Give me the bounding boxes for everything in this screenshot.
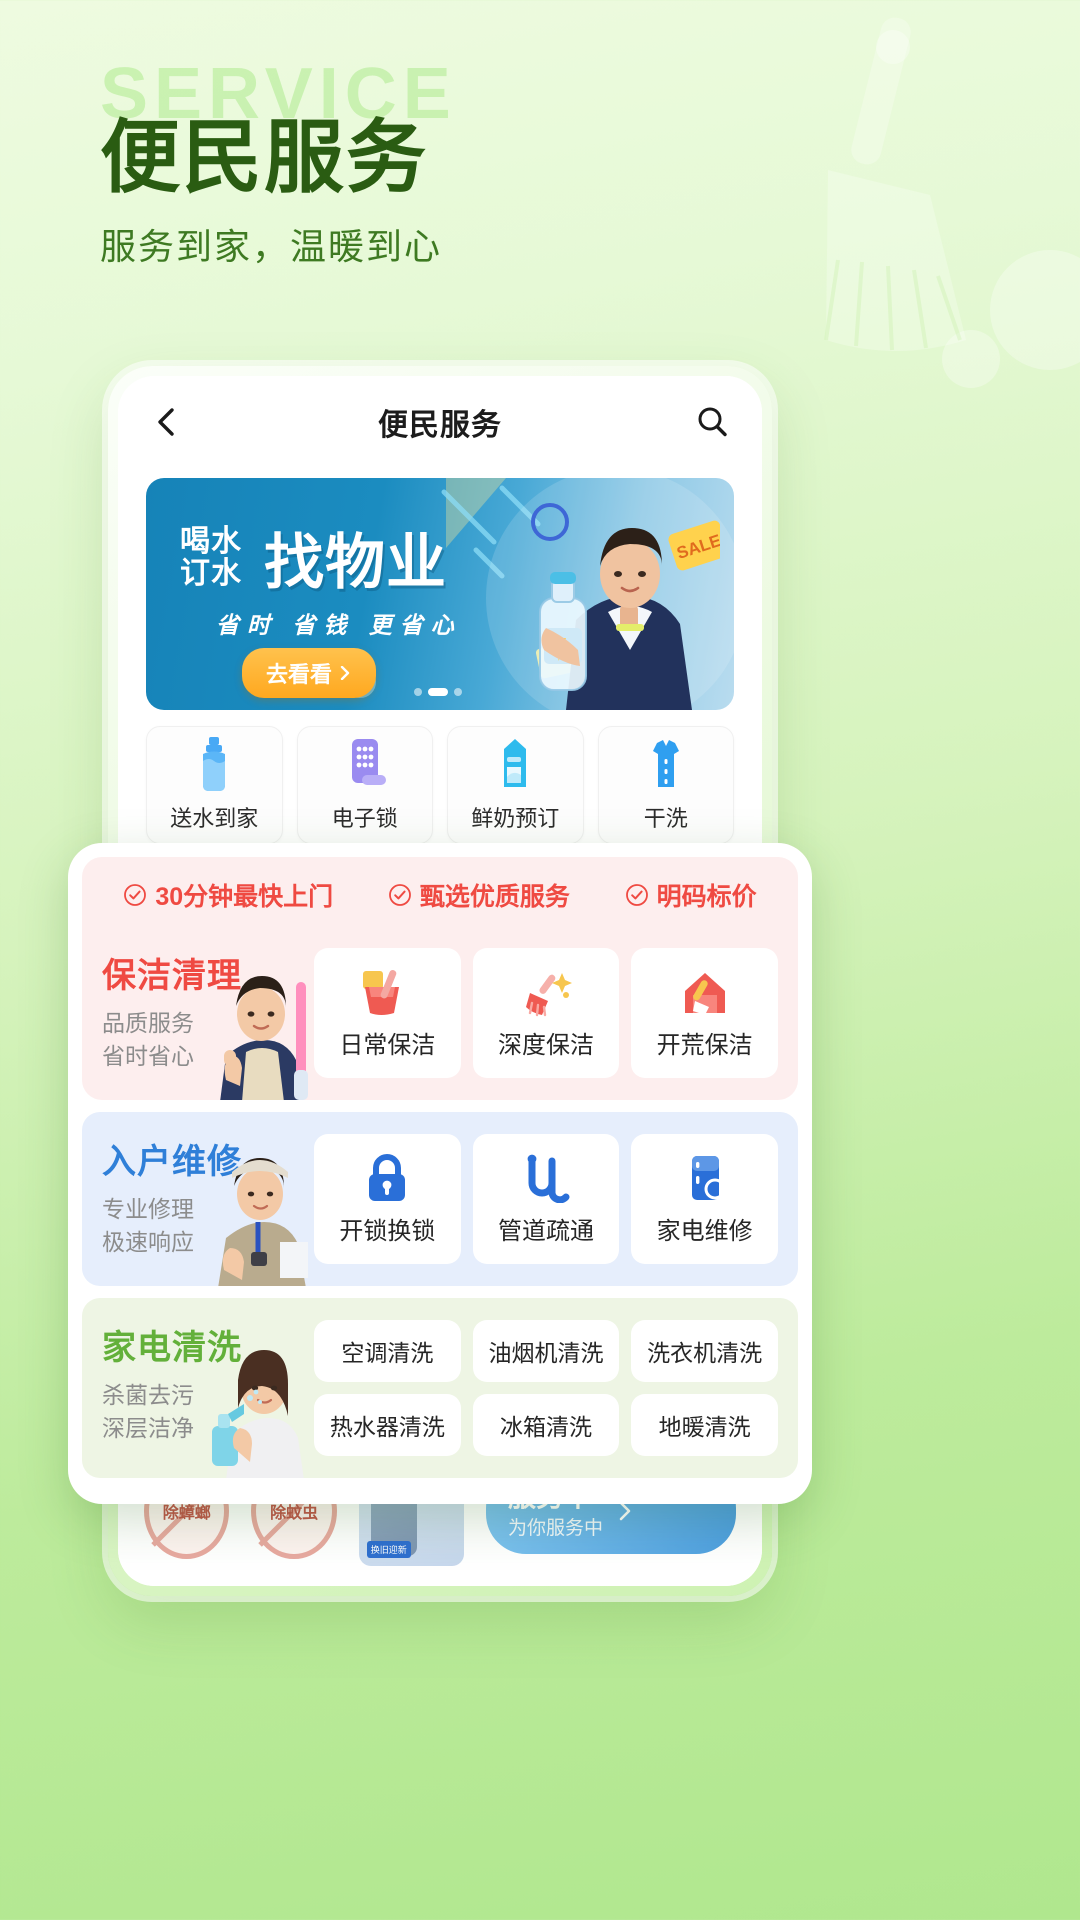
service-tile-label: 开荒保洁 — [656, 1031, 753, 1059]
quick-card-label: 干洗 — [643, 806, 688, 831]
cleaner-woman-photo — [220, 976, 308, 1100]
section-cleaning-info: 保洁清理 品质服务 省时省心 — [102, 948, 314, 1100]
service-tile-pipe-unclog[interactable]: 管道疏通 — [472, 1134, 620, 1264]
service-tile-deep-cleaning[interactable]: 深度保洁 — [472, 948, 620, 1078]
quick-card-dry-cleaning[interactable]: 干洗 — [597, 726, 734, 844]
quick-card-smart-lock[interactable]: 电子锁 — [296, 726, 433, 844]
quick-card-water-delivery[interactable]: 送水到家 — [146, 726, 283, 844]
service-tile-label: 管道疏通 — [497, 1217, 594, 1245]
service-tile-ac-clean[interactable]: 空调清洗 — [314, 1320, 461, 1382]
shirt-icon — [652, 740, 679, 787]
quick-card-label: 送水到家 — [170, 806, 259, 831]
chevron-left-icon[interactable] — [150, 405, 184, 439]
quick-service-grid: 送水到家 电子锁 鲜奶预订 干洗 — [118, 710, 762, 844]
service-tile-floor-heating-clean[interactable]: 地暖清洗 — [631, 1394, 778, 1456]
app-navbar: 便民服务 — [118, 376, 762, 468]
service-tile-lock-service[interactable]: 开锁换锁 — [314, 1134, 461, 1264]
section-repair-info: 入户维修 专业修理 极速响应 — [102, 1134, 314, 1286]
milk-carton-icon — [504, 739, 527, 787]
section-repair-tiles: 开锁换锁 管道疏通 家电维修 — [314, 1134, 778, 1264]
service-tile-post-renovation-cleaning[interactable]: 开荒保洁 — [631, 948, 778, 1078]
banner-line2: 订水 — [180, 556, 242, 590]
trade-in-tag: 换旧迎新 — [366, 1541, 411, 1558]
service-tile-label: 冰箱清洗 — [499, 1414, 592, 1440]
bucket-mop-icon — [363, 969, 400, 1015]
service-tile-range-hood-clean[interactable]: 油烟机清洗 — [472, 1320, 620, 1382]
service-tile-appliance-repair[interactable]: 家电维修 — [631, 1134, 778, 1264]
padlock-icon — [369, 1153, 406, 1201]
deco-circle-small — [942, 330, 1000, 388]
service-tile-label: 洗衣机清洗 — [647, 1340, 763, 1366]
quick-card-label: 鲜奶预订 — [471, 806, 560, 831]
water-bottle-icon — [203, 737, 226, 791]
banner-small-text: 喝水 订水 — [180, 526, 242, 590]
fridge-repair-icon — [691, 1155, 729, 1203]
banner-dot[interactable] — [454, 688, 462, 696]
pipe-icon — [527, 1154, 570, 1203]
deco-circle-large — [990, 250, 1080, 370]
smart-lock-icon — [351, 739, 386, 785]
search-icon[interactable] — [694, 404, 730, 440]
banner-dot[interactable] — [414, 688, 422, 696]
banner-dot-active[interactable] — [428, 688, 448, 696]
service-tile-label: 地暖清洗 — [658, 1414, 751, 1440]
service-tile-label: 家电维修 — [656, 1217, 753, 1245]
hero-section: SERVICE 便民服务 服务到家，温暖到心 — [100, 58, 740, 270]
page-title: 便民服务 — [100, 113, 428, 202]
section-cleaning-tiles: 日常保洁 深度保洁 开荒保洁 — [314, 948, 778, 1078]
service-tile-fridge-clean[interactable]: 冰箱清洗 — [472, 1394, 620, 1456]
feature-badge: 甄选优质服务 — [388, 877, 570, 913]
promo-banner[interactable]: 喝水 订水 找物业 省时 省钱 更省心 去看看 SALE — [146, 478, 734, 710]
check-circle-icon — [625, 884, 648, 906]
house-clean-icon — [684, 972, 725, 1015]
banner-dots[interactable] — [414, 688, 462, 696]
chevron-right-icon — [340, 666, 350, 680]
service-panel: 30分钟最快上门 甄选优质服务 明码标价 保洁清理 品质服务 省时省心 日常保洁… — [68, 843, 812, 1504]
serving-subtitle: 为你服务中 — [508, 1517, 604, 1539]
service-tile-label: 空调清洗 — [341, 1340, 434, 1366]
service-tile-daily-cleaning[interactable]: 日常保洁 — [314, 948, 461, 1078]
feature-badge-label: 30分钟最快上门 — [155, 883, 334, 911]
banner-cta-label: 去看看 — [266, 662, 333, 687]
section-appliance-cleaning: 家电清洗 杀菌去污 深层洁净 空调清洗 油烟机清洗 洗衣机清洗 热水器清洗 冰箱… — [82, 1298, 798, 1478]
banner-tagline: 省时 省钱 更省心 — [216, 612, 462, 638]
banner-cta-button[interactable]: 去看看 — [242, 648, 377, 698]
check-circle-icon — [388, 884, 411, 906]
service-tile-label: 开锁换锁 — [339, 1217, 436, 1245]
section-appliance-tiles: 空调清洗 油烟机清洗 洗衣机清洗 热水器清洗 冰箱清洗 地暖清洗 — [314, 1320, 778, 1456]
feature-badge: 明码标价 — [625, 877, 757, 913]
service-tile-label: 油烟机清洗 — [488, 1340, 604, 1366]
banner-line1: 喝水 — [180, 525, 242, 558]
spray-woman-photo — [212, 1350, 304, 1478]
quick-card-label: 电子锁 — [331, 806, 398, 831]
section-cleaning: 保洁清理 品质服务 省时省心 日常保洁 深度保洁 开荒保洁 — [82, 926, 798, 1100]
feature-badge-label: 明码标价 — [656, 883, 757, 911]
page-subtitle: 服务到家，温暖到心 — [100, 226, 443, 267]
technician-woman-photo — [218, 1158, 308, 1286]
check-circle-icon — [124, 884, 147, 906]
service-tile-washer-clean[interactable]: 洗衣机清洗 — [631, 1320, 778, 1382]
quick-card-milk-order[interactable]: 鲜奶预订 — [447, 726, 584, 844]
broom-sparkle-icon — [525, 972, 572, 1016]
feature-badge: 30分钟最快上门 — [123, 877, 333, 913]
section-appliance-info: 家电清洗 杀菌去污 深层洁净 — [102, 1320, 314, 1478]
section-repair: 入户维修 专业修理 极速响应 开锁换锁 管道疏通 家电维修 — [82, 1112, 798, 1286]
feature-badge-row: 30分钟最快上门 甄选优质服务 明码标价 — [82, 857, 798, 927]
banner-person-photo: SALE — [539, 520, 720, 710]
service-tile-label: 热水器清洗 — [329, 1414, 445, 1440]
service-tile-label: 日常保洁 — [339, 1031, 436, 1059]
deco-circle-tiny — [876, 30, 910, 64]
navbar-title: 便民服务 — [378, 409, 502, 442]
service-tile-water-heater-clean[interactable]: 热水器清洗 — [314, 1394, 461, 1456]
feature-badge-label: 甄选优质服务 — [419, 883, 570, 911]
banner-headline: 找物业 — [264, 529, 447, 596]
service-tile-label: 深度保洁 — [497, 1031, 594, 1059]
